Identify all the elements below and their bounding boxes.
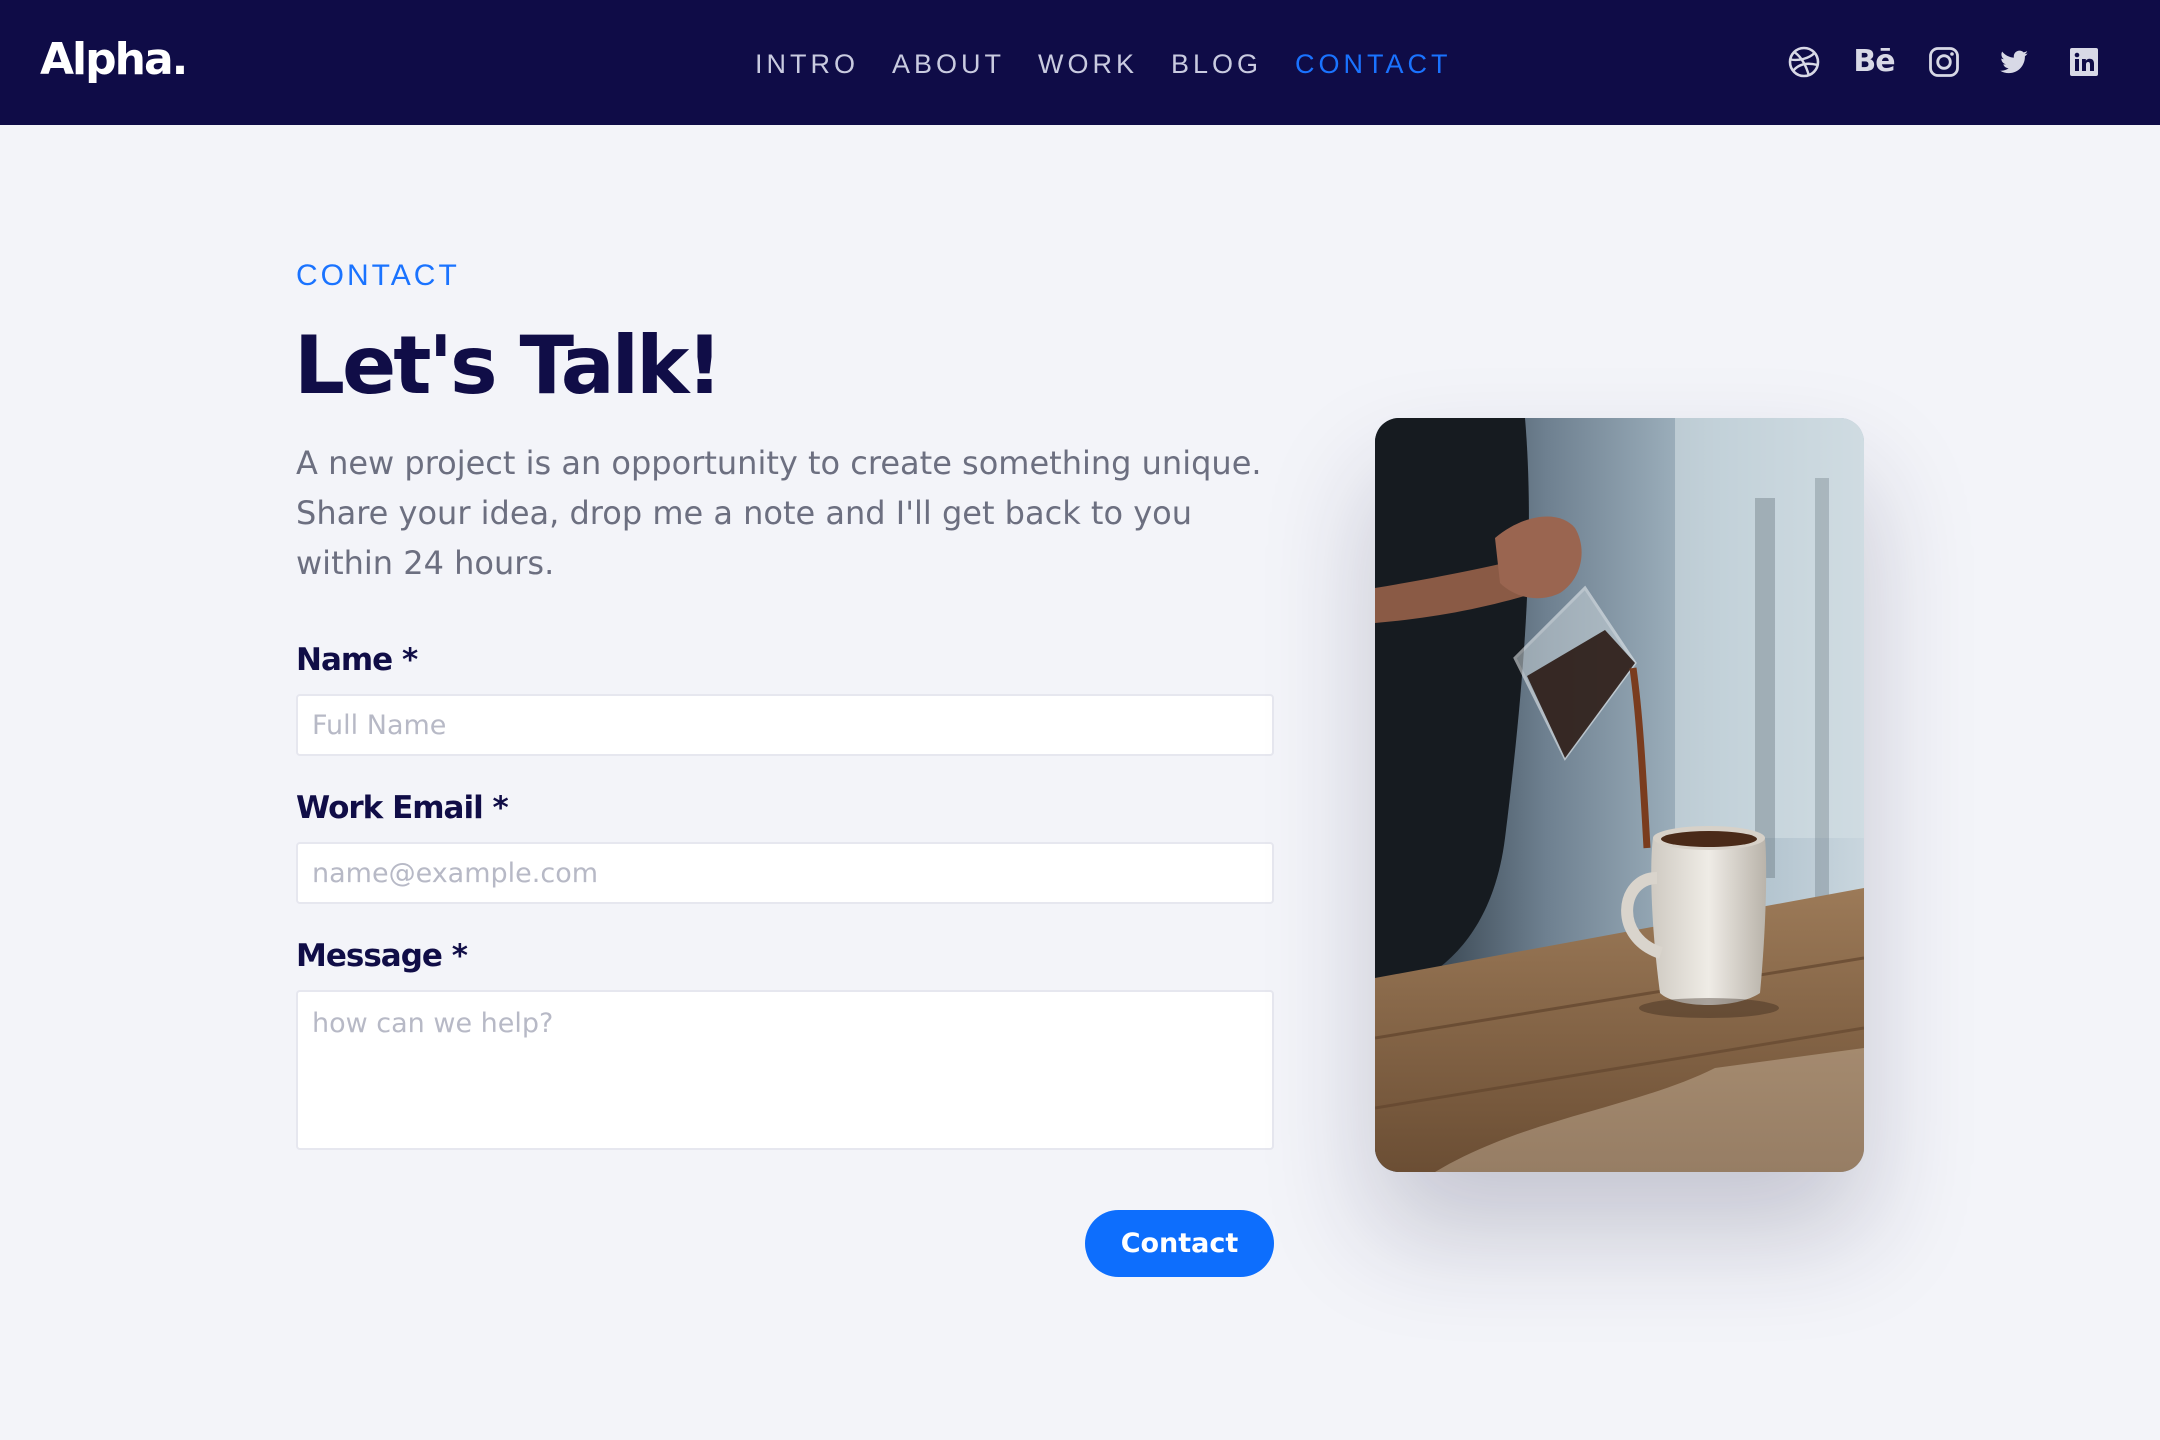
nav-link-work[interactable]: WORK	[1038, 42, 1138, 86]
message-textarea[interactable]	[296, 990, 1274, 1150]
nav-link-contact[interactable]: CONTACT	[1295, 42, 1452, 86]
message-label: Message *	[296, 938, 468, 974]
navbar: Alpha. INTRO ABOUT WORK BLOG CONTACT Bē	[0, 0, 2160, 125]
section-eyebrow: CONTACT	[296, 259, 460, 292]
email-input[interactable]	[296, 842, 1274, 904]
nav-link-blog[interactable]: BLOG	[1171, 42, 1262, 86]
linkedin-icon[interactable]	[2066, 44, 2102, 80]
name-input[interactable]	[296, 694, 1274, 756]
instagram-icon[interactable]	[1926, 44, 1962, 80]
email-label: Work Email *	[296, 790, 509, 826]
nav-link-about[interactable]: ABOUT	[892, 42, 1005, 86]
social-links: Bē	[1752, 40, 2102, 84]
twitter-icon[interactable]	[1996, 44, 2032, 80]
behance-icon[interactable]: Bē	[1853, 44, 1895, 80]
page-title: Let's Talk!	[294, 319, 723, 412]
name-label: Name *	[296, 642, 418, 678]
dribbble-icon[interactable]	[1786, 44, 1822, 80]
behance-text: Bē	[1853, 44, 1895, 79]
nav-link-intro[interactable]: INTRO	[755, 42, 859, 86]
main-nav: INTRO ABOUT WORK BLOG CONTACT	[755, 42, 1485, 86]
intro-paragraph: A new project is an opportunity to creat…	[296, 444, 1262, 582]
contact-submit-button[interactable]: Contact	[1085, 1210, 1274, 1277]
coffee-pour-photo	[1375, 418, 1864, 1172]
logo[interactable]: Alpha.	[40, 30, 188, 90]
